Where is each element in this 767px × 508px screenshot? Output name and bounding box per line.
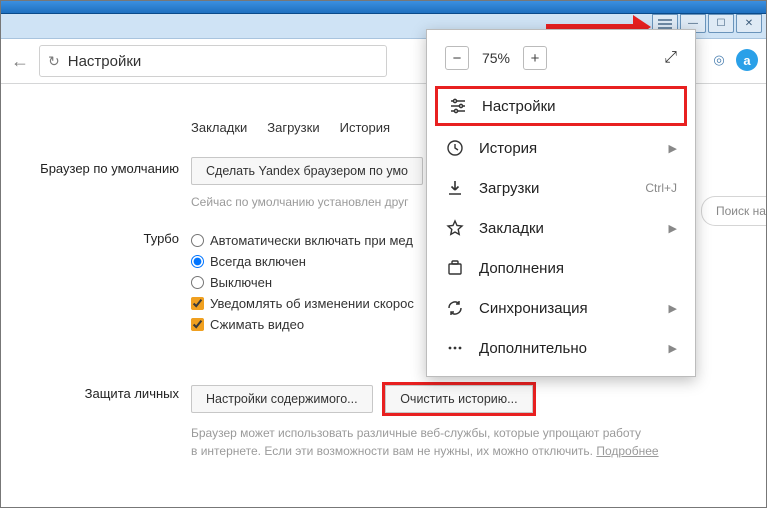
menu-label: Загрузки <box>479 180 539 197</box>
tab-bookmarks[interactable]: Закладки <box>191 120 247 135</box>
clear-history-highlight: Очистить историю... <box>382 382 535 416</box>
chevron-right-icon: ▶ <box>669 302 677 315</box>
privacy-hint: Браузер может использовать различные веб… <box>191 424 746 460</box>
download-icon <box>445 178 465 198</box>
menu-label: Дополнительно <box>479 340 587 357</box>
extension-icons: ◎ a <box>708 49 758 71</box>
menu-shortcut: Ctrl+J <box>645 181 677 195</box>
zoom-row: − 75% + ⤢ <box>427 40 695 84</box>
zoom-out-button[interactable]: − <box>445 46 469 70</box>
menu-more[interactable]: Дополнительно ▶ <box>427 328 695 368</box>
close-button[interactable]: ✕ <box>736 14 762 33</box>
addons-icon <box>445 258 465 278</box>
extension-a-icon[interactable]: a <box>736 49 758 71</box>
address-bar[interactable]: ↻ Настройки <box>39 45 387 77</box>
menu-sync[interactable]: Синхронизация ▶ <box>427 288 695 328</box>
menu-addons[interactable]: Дополнения <box>427 248 695 288</box>
make-default-button[interactable]: Сделать Yandex браузером по умо <box>191 157 423 185</box>
page-title: Настройки <box>68 53 142 70</box>
chevron-right-icon: ▶ <box>669 222 677 235</box>
dots-icon <box>445 338 465 358</box>
menu-label: Закладки <box>479 220 544 237</box>
clock-icon <box>445 138 465 158</box>
settings-highlight: Настройки <box>435 86 687 126</box>
window-titlebar <box>1 1 766 14</box>
section-label: Браузер по умолчанию <box>1 157 191 211</box>
clear-history-button[interactable]: Очистить историю... <box>385 385 532 413</box>
fullscreen-button[interactable]: ⤢ <box>664 49 677 67</box>
tab-history[interactable]: История <box>340 120 390 135</box>
menu-label: Настройки <box>482 98 556 115</box>
menu-label: Синхронизация <box>479 300 588 317</box>
zoom-in-button[interactable]: + <box>523 46 547 70</box>
chevron-right-icon: ▶ <box>669 342 677 355</box>
main-menu-dropdown: − 75% + ⤢ Настройки История ▶ <box>426 29 696 377</box>
steering-icon[interactable]: ◎ <box>708 49 730 71</box>
menu-history[interactable]: История ▶ <box>427 128 695 168</box>
maximize-button[interactable]: ☐ <box>708 14 734 33</box>
chevron-right-icon: ▶ <box>669 142 677 155</box>
menu-downloads[interactable]: Загрузки Ctrl+J <box>427 168 695 208</box>
content-settings-button[interactable]: Настройки содержимого... <box>191 385 373 413</box>
section-label: Защита личных <box>1 382 191 460</box>
settings-search[interactable]: Поиск на <box>701 196 766 226</box>
menu-settings[interactable]: Настройки <box>448 96 674 116</box>
section-privacy: Защита личных Настройки содержимого... О… <box>1 372 766 466</box>
settings-search-placeholder: Поиск на <box>716 204 766 218</box>
back-button[interactable]: ← <box>9 50 31 72</box>
menu-label: История <box>479 140 537 157</box>
browser-window: — ☐ ✕ ← ↻ Настройки ⚙ ◎ a Поиск на Закла… <box>0 0 767 508</box>
privacy-more-link[interactable]: Подробнее <box>596 444 658 458</box>
star-icon <box>445 218 465 238</box>
tab-downloads[interactable]: Загрузки <box>267 120 319 135</box>
sync-icon <box>445 298 465 318</box>
menu-bookmarks[interactable]: Закладки ▶ <box>427 208 695 248</box>
zoom-level: 75% <box>479 50 513 66</box>
reload-icon[interactable]: ↻ <box>48 53 60 70</box>
sliders-icon <box>448 96 468 116</box>
menu-label: Дополнения <box>479 260 564 277</box>
section-label: Турбо <box>1 227 191 338</box>
